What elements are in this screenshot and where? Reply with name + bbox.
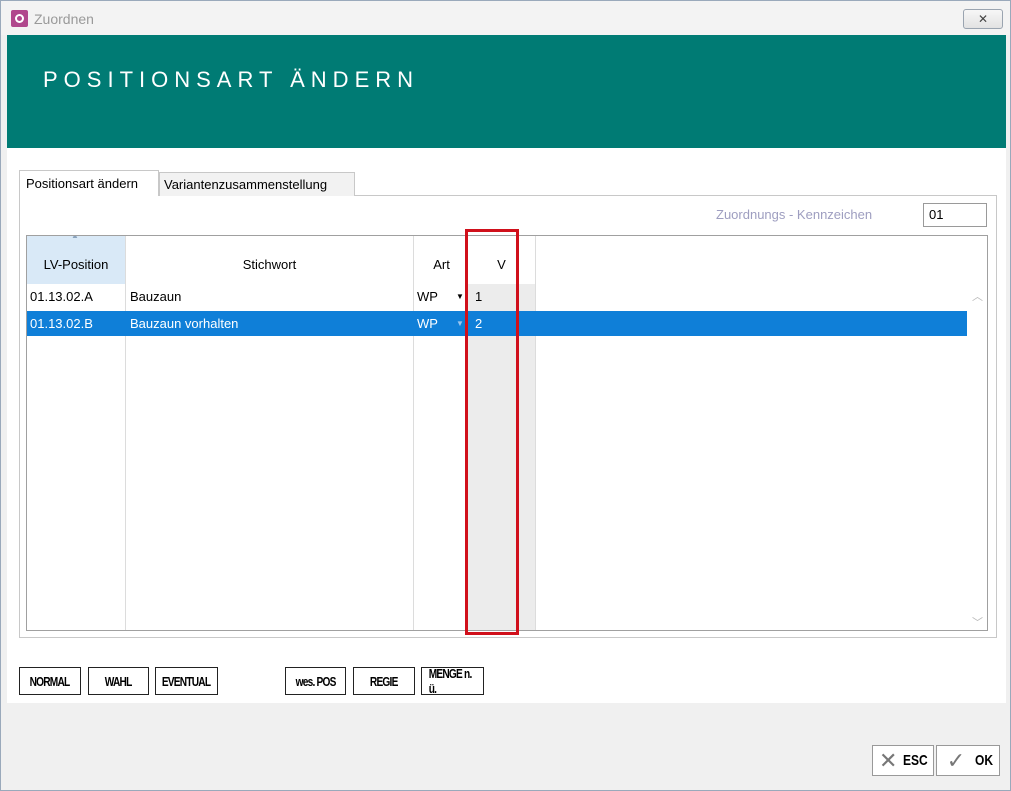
dialog-window: Zuordnen ✕ POSITIONSART ÄNDERN Positions…	[0, 0, 1011, 791]
regie-button-label: REGIE	[370, 673, 398, 689]
cell-stichwort: Bauzaun	[130, 289, 182, 304]
dialog-header: POSITIONSART ÄNDERN	[7, 35, 1006, 148]
menge-button[interactable]: MENGE n. ü.	[421, 666, 484, 696]
menge-button-label: MENGE n. ü.	[428, 666, 473, 696]
wes-pos-button[interactable]: wes. POS	[285, 667, 346, 695]
regie-button[interactable]: REGIE	[353, 667, 415, 695]
column-header-art[interactable]: Art	[414, 236, 469, 284]
title-bar: Zuordnen ✕	[1, 1, 1010, 35]
column-header-lv-position[interactable]: ▲ LV-Position	[27, 236, 125, 284]
app-logo-icon	[11, 10, 28, 27]
wahl-button-label: WAHL	[105, 673, 133, 689]
cell-art[interactable]: WP	[417, 311, 438, 336]
footer-area	[7, 703, 1006, 788]
window-title: Zuordnen	[34, 11, 94, 27]
tab-positionsart[interactable]: Positionsart ändern	[19, 170, 159, 196]
kennzeichen-input[interactable]: 01	[923, 203, 987, 227]
ok-button-label: OK	[975, 752, 993, 769]
cell-art[interactable]: WP	[417, 284, 438, 309]
tab-variantenzusammenstellung[interactable]: Variantenzusammenstellung	[159, 172, 355, 196]
page-title: POSITIONSART ÄNDERN	[43, 67, 420, 92]
wahl-button[interactable]: WAHL	[88, 667, 149, 695]
wes-pos-button-label: wes. POS	[295, 673, 337, 689]
normal-button-label: NORMAL	[30, 673, 71, 689]
column-label: Art	[433, 257, 450, 272]
close-icon: ✕	[879, 747, 898, 773]
checkmark-icon: ✓	[946, 747, 966, 773]
esc-button-label: ESC	[903, 752, 929, 769]
eventual-button[interactable]: EVENTUAL	[155, 667, 218, 695]
cell-lv-position: 01.13.02.B	[30, 316, 93, 331]
dropdown-arrow-icon[interactable]: ▼	[456, 284, 464, 309]
scroll-down-icon[interactable]: ﹀	[972, 614, 983, 630]
kennzeichen-label: Zuordnungs - Kennzeichen	[716, 207, 873, 222]
cell-stichwort: Bauzaun vorhalten	[130, 316, 239, 331]
sort-ascending-icon: ▲	[71, 235, 79, 240]
ok-button[interactable]: ✓ OK	[936, 745, 1000, 776]
column-label: LV-Position	[43, 257, 109, 272]
column-header-stichwort[interactable]: Stichwort	[126, 236, 413, 284]
scroll-up-icon[interactable]: ︿	[972, 288, 983, 304]
normal-button[interactable]: NORMAL	[19, 667, 81, 695]
column-label: Stichwort	[242, 257, 297, 272]
cell-lv-position: 01.13.02.A	[30, 289, 93, 304]
v-column-highlight	[465, 229, 519, 635]
eventual-button-label: EVENTUAL	[162, 673, 211, 689]
esc-button[interactable]: ✕ ESC	[872, 745, 934, 776]
close-button[interactable]: ✕	[963, 9, 1003, 29]
dropdown-arrow-icon[interactable]: ▼	[456, 311, 464, 336]
